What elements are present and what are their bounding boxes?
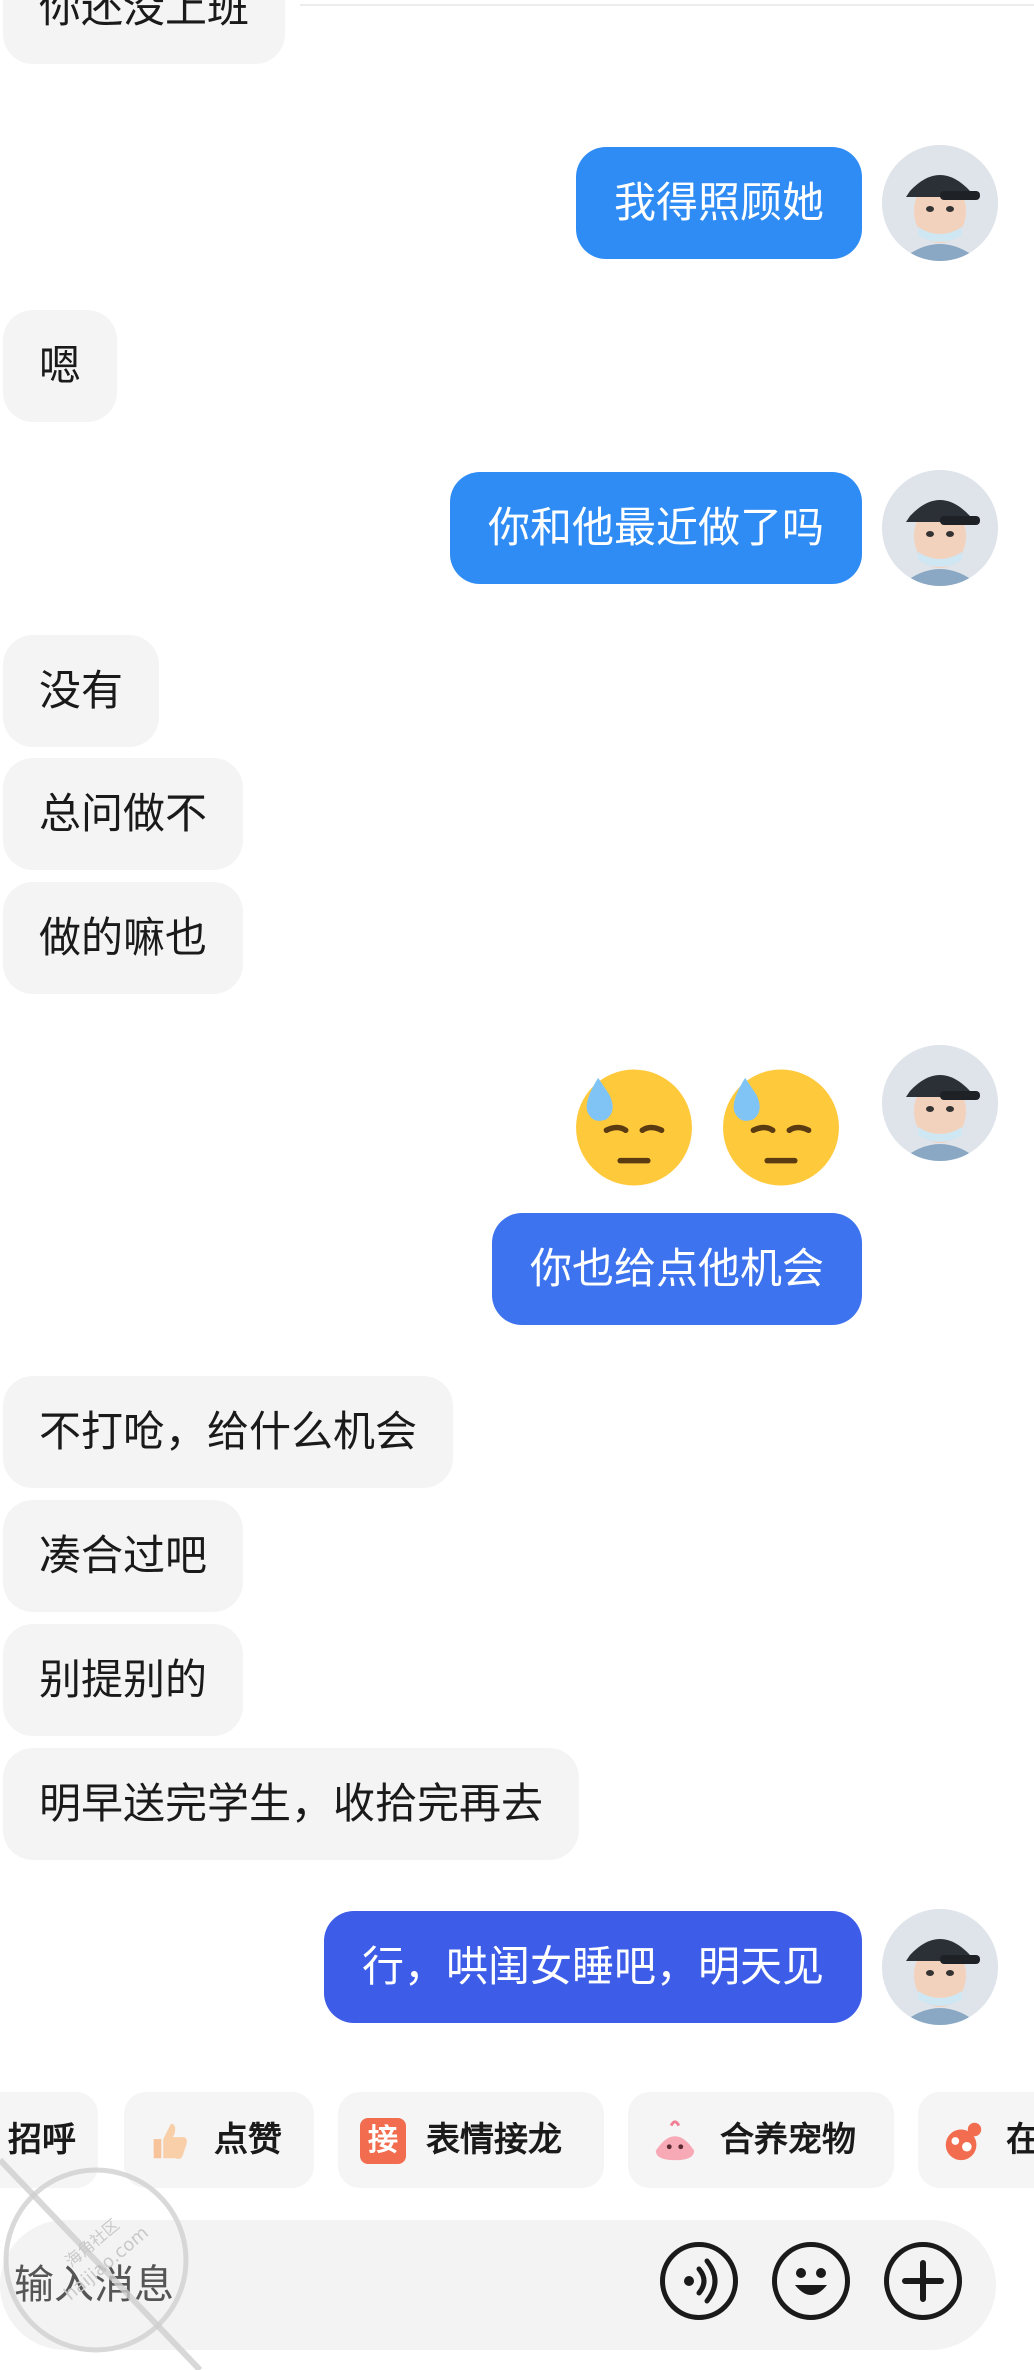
incoming-message[interactable]: 做的嘛也 — [3, 882, 244, 994]
avatar[interactable] — [882, 1045, 998, 1161]
incoming-message[interactable]: 不打呛，给什么机会 — [3, 1376, 454, 1488]
pet-icon — [655, 2120, 695, 2161]
quick-action-like[interactable]: 点赞 — [124, 2092, 314, 2188]
incoming-message[interactable]: 总问做不 — [3, 758, 244, 870]
quick-action-label: 合养宠物 — [720, 2120, 856, 2160]
quick-action-more[interactable]: 在 — [918, 2092, 1034, 2188]
message-input[interactable]: 输入消息 — [14, 2220, 174, 2350]
voice-icon — [684, 2258, 718, 2304]
incoming-message[interactable]: 凑合过吧 — [3, 1500, 244, 1612]
avatar[interactable] — [882, 145, 998, 261]
emoji-smile-icon — [795, 2268, 827, 2295]
message-input-bar: 输入消息 — [0, 2220, 996, 2350]
downcast-face-with-sweat-icon[interactable] — [712, 1053, 850, 1191]
incoming-message[interactable]: 没有 — [3, 635, 160, 747]
emoji-button[interactable] — [772, 2242, 850, 2320]
voice-button[interactable] — [660, 2242, 738, 2320]
avatar-icon — [882, 145, 998, 261]
quick-action-label: 在 — [1006, 2120, 1034, 2160]
jie-badge-icon: 接 — [360, 2118, 406, 2164]
thumbs-up-icon — [153, 2123, 187, 2159]
quick-action-label: 表情接龙 — [426, 2120, 562, 2160]
downcast-face-with-sweat-icon[interactable] — [565, 1053, 703, 1191]
quick-action-greet[interactable]: 招呼 — [0, 2092, 98, 2188]
quick-actions-bar: 招呼 点赞 接 表情接龙 合养宠物 在 — [0, 2092, 1034, 2200]
incoming-message[interactable]: 你还没上班 — [3, 0, 286, 64]
quick-action-emoji-relay[interactable]: 接 表情接龙 — [338, 2092, 604, 2188]
avatar-icon — [882, 1045, 998, 1161]
avatar[interactable] — [882, 470, 998, 586]
avatar[interactable] — [882, 1909, 998, 2025]
avatar-icon — [882, 470, 998, 586]
plus-button[interactable] — [884, 2242, 962, 2320]
quick-action-label: 点赞 — [214, 2120, 282, 2160]
top-divider — [300, 0, 1034, 6]
plus-icon — [902, 2260, 944, 2302]
avatar-icon — [882, 1909, 998, 2025]
outgoing-message[interactable]: 行，哄闺女睡吧，明天见 — [323, 1911, 862, 2023]
outgoing-message[interactable]: 你和他最近做了吗 — [449, 472, 862, 584]
quick-action-pet[interactable]: 合养宠物 — [628, 2092, 894, 2188]
quick-action-label: 招呼 — [8, 2120, 76, 2160]
incoming-message[interactable]: 别提别的 — [3, 1624, 244, 1736]
incoming-message[interactable]: 明早送完学生，收拾完再去 — [3, 1748, 580, 1860]
outgoing-message[interactable]: 你也给点他机会 — [491, 1213, 862, 1325]
more-feature-icon — [945, 2122, 982, 2161]
incoming-message[interactable]: 嗯 — [3, 310, 118, 422]
outgoing-message[interactable]: 我得照顾她 — [575, 147, 862, 259]
